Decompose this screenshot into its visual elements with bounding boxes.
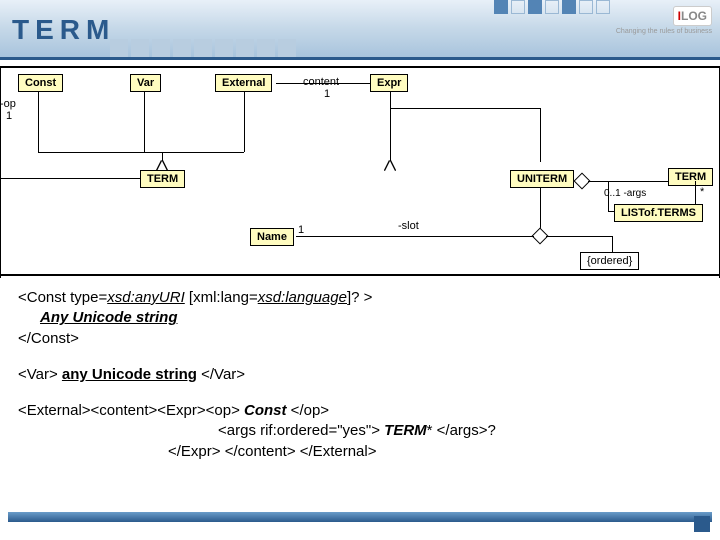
header-decor-bottom bbox=[110, 39, 296, 57]
const-def: <Const type=xsd:anyURI [xml:lang=xsd:lan… bbox=[18, 288, 702, 349]
label-content: content bbox=[303, 76, 339, 88]
slide-header: TERM ILOG Changing the rules of business bbox=[0, 0, 720, 60]
label-one-a: 1 bbox=[6, 110, 12, 122]
label-star: * bbox=[700, 186, 704, 198]
page-title: TERM bbox=[0, 0, 720, 46]
var-def: <Var> any Unicode string </Var> bbox=[18, 365, 702, 385]
box-external: External bbox=[215, 74, 272, 92]
box-expr: Expr bbox=[370, 74, 408, 92]
label-args: 0..1 -args bbox=[604, 188, 646, 199]
box-var: Var bbox=[130, 74, 161, 92]
box-term-right: TERM bbox=[668, 168, 713, 186]
label-one-b: 1 bbox=[324, 88, 330, 100]
slide-footer bbox=[0, 512, 720, 532]
note-ordered: {ordered} bbox=[580, 252, 639, 270]
header-decor-top bbox=[494, 0, 610, 14]
label-slot: -slot bbox=[398, 220, 419, 232]
box-term-main: TERM bbox=[140, 170, 185, 188]
box-const: Const bbox=[18, 74, 63, 92]
label-op: -op bbox=[0, 98, 16, 110]
logo: ILOG Changing the rules of business bbox=[616, 6, 712, 35]
code-content: <Const type=xsd:anyURI [xml:lang=xsd:lan… bbox=[0, 276, 720, 462]
label-one-c: 1 bbox=[298, 224, 304, 236]
uml-diagram: Const Var External Expr -op 1 content 1 … bbox=[0, 66, 720, 276]
box-listofterms: LISTof.TERMS bbox=[614, 204, 703, 222]
box-name: Name bbox=[250, 228, 294, 246]
box-uniterm: UNITERM bbox=[510, 170, 574, 188]
external-def: <External><content><Expr><op> Const </op… bbox=[18, 401, 702, 462]
